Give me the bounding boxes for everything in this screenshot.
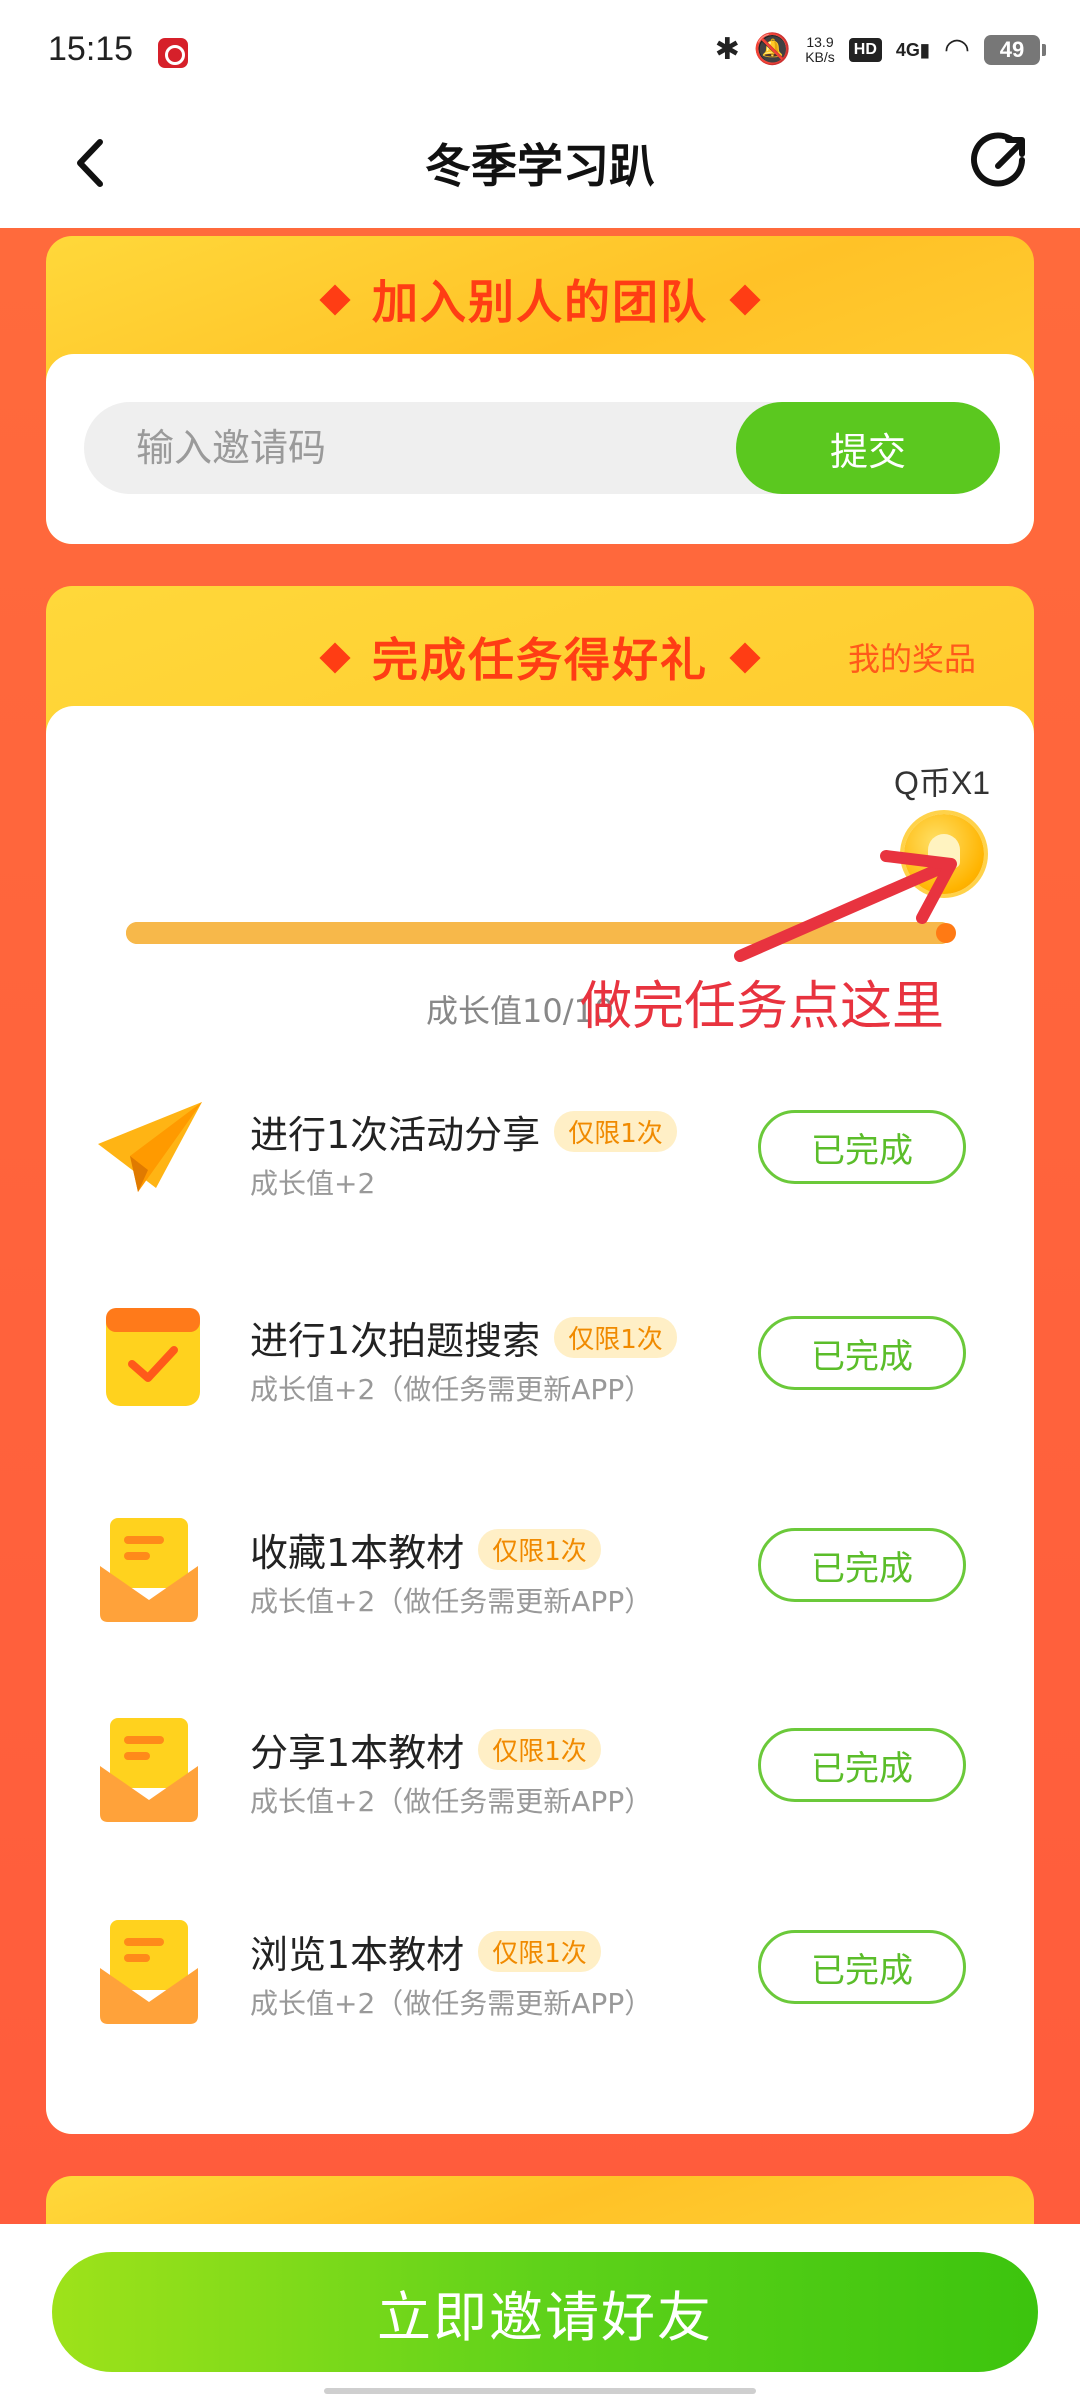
diamond-icon <box>319 283 351 316</box>
diamond-icon <box>729 283 761 316</box>
home-indicator[interactable] <box>324 2388 756 2394</box>
task-title-text: 进行1次拍题搜索 <box>250 1319 541 1363</box>
limit-badge: 仅限1次 <box>554 1317 677 1358</box>
envelope-icon <box>100 1518 198 1622</box>
status-icons: ✱ 🔕 13.9 KB/s HD 4G▮ ◠ 49 <box>714 30 1046 70</box>
diamond-icon <box>729 641 761 674</box>
nav-bar: 冬季学习趴 <box>0 100 1080 228</box>
task-subtitle: 成长值+2 <box>250 1167 376 1200</box>
invite-friends-button[interactable]: 立即邀请好友 <box>52 2252 1038 2372</box>
tasks-title-text: 完成任务得好礼 <box>372 633 708 687</box>
task-subtitle: 成长值+2（做任务需更新APP） <box>250 1585 653 1618</box>
task-subtitle: 成长值+2（做任务需更新APP） <box>250 1785 653 1818</box>
paper-plane-icon <box>98 1102 202 1192</box>
diamond-icon <box>319 641 351 674</box>
network-speed-unit: KB/s <box>805 49 835 65</box>
task-title: 进行1次活动分享 仅限1次 <box>250 1104 677 1159</box>
battery-icon: 49 <box>984 35 1046 65</box>
task-done-button[interactable]: 已完成 <box>758 1930 966 2004</box>
task-title-text: 浏览1本教材 <box>250 1933 465 1977</box>
network-speed: 13.9 KB/s <box>805 35 835 65</box>
task-title: 分享1本教材 仅限1次 <box>250 1722 601 1777</box>
reward-label: Q币X1 <box>893 765 990 801</box>
task-title: 浏览1本教材 仅限1次 <box>250 1924 601 1979</box>
task-row: 分享1本教材 仅限1次 成长值+2（做任务需更新APP） 已完成 <box>46 1688 1034 1848</box>
task-done-button[interactable]: 已完成 <box>758 1728 966 1802</box>
notification-app-icon <box>158 38 188 68</box>
task-title: 收藏1本教材 仅限1次 <box>250 1522 601 1577</box>
task-subtitle: 成长值+2（做任务需更新APP） <box>250 1373 653 1406</box>
limit-badge: 仅限1次 <box>554 1111 677 1152</box>
submit-button[interactable]: 提交 <box>736 402 1000 494</box>
task-row: 收藏1本教材 仅限1次 成长值+2（做任务需更新APP） 已完成 <box>46 1488 1034 1648</box>
join-team-form: 提交 <box>46 354 1034 544</box>
envelope-icon <box>100 1718 198 1822</box>
task-title-text: 分享1本教材 <box>250 1731 465 1775</box>
network-speed-value: 13.9 <box>806 34 834 50</box>
battery-level: 49 <box>999 37 1025 62</box>
bluetooth-icon: ✱ <box>714 33 740 66</box>
hd-icon: HD <box>848 38 882 62</box>
join-team-card: 加入别人的团队 提交 <box>46 236 1034 544</box>
task-done-button[interactable]: 已完成 <box>758 1316 966 1390</box>
share-icon[interactable] <box>968 126 1032 196</box>
my-prize-link[interactable]: 我的奖品 <box>848 634 976 680</box>
wifi-icon: ◠ <box>943 33 970 66</box>
page-title: 冬季学习趴 <box>425 139 655 193</box>
mute-icon: 🔕 <box>753 33 792 66</box>
status-time: 15:15 <box>48 30 134 68</box>
join-team-title-text: 加入别人的团队 <box>372 275 708 329</box>
invite-code-field: 提交 <box>84 402 1000 494</box>
limit-badge: 仅限1次 <box>478 1931 601 1972</box>
invite-code-input[interactable] <box>84 402 784 494</box>
limit-badge: 仅限1次 <box>478 1729 601 1770</box>
network-type: 4G <box>895 39 920 60</box>
tasks-panel: Q币X1 成长值10/10 做完任务点这里 进行1次活动分享 仅限1次 成长值+… <box>46 706 1034 2134</box>
task-row: 进行1次拍题搜索 仅限1次 成长值+2（做任务需更新APP） 已完成 <box>46 1276 1034 1436</box>
tasks-card: 完成任务得好礼 我的奖品 Q币X1 成长值10/10 做完任务点这里 进行1次活… <box>46 586 1034 2134</box>
join-team-title: 加入别人的团队 <box>46 266 1034 332</box>
task-title: 进行1次拍题搜索 仅限1次 <box>250 1310 677 1365</box>
bottom-action-bar: 立即邀请好友 <box>0 2224 1080 2400</box>
calendar-check-icon <box>106 1308 200 1406</box>
envelope-icon <box>100 1920 198 2024</box>
signal-icon: 4G▮ <box>895 39 930 60</box>
task-title-text: 收藏1本教材 <box>250 1531 465 1575</box>
task-subtitle: 成长值+2（做任务需更新APP） <box>250 1987 653 2020</box>
task-row: 浏览1本教材 仅限1次 成长值+2（做任务需更新APP） 已完成 <box>46 1890 1034 2050</box>
task-row: 进行1次活动分享 仅限1次 成长值+2 已完成 <box>46 1070 1034 1230</box>
status-bar: 15:15 ✱ 🔕 13.9 KB/s HD 4G▮ ◠ 49 <box>0 0 1080 100</box>
task-done-button[interactable]: 已完成 <box>758 1110 966 1184</box>
annotation-text: 做完任务点这里 <box>580 977 945 1037</box>
limit-badge: 仅限1次 <box>478 1529 601 1570</box>
task-done-button[interactable]: 已完成 <box>758 1528 966 1602</box>
task-title-text: 进行1次活动分享 <box>250 1113 541 1157</box>
